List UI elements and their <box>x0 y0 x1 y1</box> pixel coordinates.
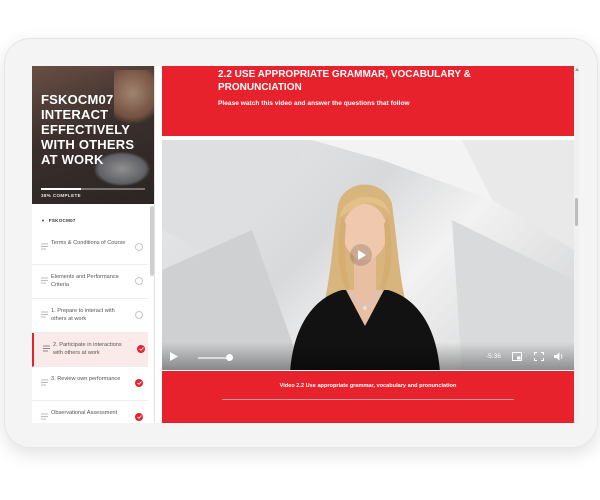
video-caption-bar: Video 2.2 Use appropriate grammar, vocab… <box>162 371 574 423</box>
document-icon <box>41 379 48 386</box>
sidebar-item-label: Elements and Performance Criteria <box>51 274 119 288</box>
play-icon[interactable] <box>170 352 178 361</box>
course-header: FSKOCM07 INTERACT EFFECTIVELY WITH OTHER… <box>32 66 154 204</box>
module-label: FSKOCM07 <box>48 218 76 223</box>
content-scrollbar[interactable] <box>574 66 579 423</box>
sidebar-item-label: 3. Review own performance <box>51 376 121 382</box>
lesson-title: 2.2 USE APPROPRIATE GRAMMAR, VOCABULARY … <box>218 69 471 93</box>
fullscreen-icon[interactable] <box>534 352 544 361</box>
caption-divider <box>222 399 514 400</box>
sidebar-item-review[interactable]: 3. Review own performance <box>32 367 148 401</box>
document-icon <box>41 311 48 318</box>
play-icon <box>358 250 366 260</box>
presenter-figure <box>290 184 440 370</box>
lesson-instruction: Please watch this video and answer the q… <box>218 100 410 107</box>
lesson-list: Terms & Conditions of Course Elements an… <box>32 231 148 423</box>
video-caption: Video 2.2 Use appropriate grammar, vocab… <box>279 383 457 389</box>
module-toggle[interactable]: ▼ FSKOCM07 <box>41 218 76 223</box>
scroll-up-icon[interactable] <box>575 68 579 71</box>
status-circle-icon <box>135 243 143 251</box>
sidebar-item-label: 2. Participate in interactions with othe… <box>53 342 122 356</box>
time-remaining: -5:36 <box>486 353 501 360</box>
checkmark-icon <box>137 345 145 353</box>
sidebar-item-terms[interactable]: Terms & Conditions of Course <box>32 231 148 265</box>
checkmark-icon <box>135 413 143 421</box>
sidebar-item-participate[interactable]: 2. Participate in interactions with othe… <box>32 333 148 367</box>
course-sidebar: FSKOCM07 INTERACT EFFECTIVELY WITH OTHER… <box>32 66 155 423</box>
scroll-thumb[interactable] <box>575 198 578 226</box>
video-player[interactable]: -5:36 <box>162 140 574 370</box>
course-progress-label: 38% COMPLETE <box>41 193 82 198</box>
sidebar-item-prepare[interactable]: 1. Prepare to interact with others at wo… <box>32 299 148 333</box>
status-circle-icon <box>135 311 143 319</box>
lesson-content: 2.2 USE APPROPRIATE GRAMMAR, VOCABULARY … <box>162 66 574 423</box>
sidebar-scrollbar[interactable] <box>150 206 154 276</box>
tablet-frame: FSKOCM07 INTERACT EFFECTIVELY WITH OTHER… <box>4 38 598 448</box>
sidebar-item-observational[interactable]: Observational Assessment <box>32 401 148 423</box>
status-circle-icon <box>135 277 143 285</box>
document-icon <box>41 413 48 420</box>
seek-handle[interactable] <box>225 354 233 361</box>
course-title: FSKOCM07 INTERACT EFFECTIVELY WITH OTHER… <box>41 92 135 167</box>
sidebar-item-label: Observational Assessment <box>51 410 118 416</box>
center-play-button[interactable] <box>350 244 372 266</box>
chevron-down-icon: ▼ <box>41 218 46 223</box>
pip-icon[interactable] <box>512 352 522 361</box>
video-controls: -5:36 <box>162 342 574 370</box>
document-icon <box>41 243 48 250</box>
course-progress-fill <box>41 188 81 190</box>
course-progress-bar <box>41 188 145 190</box>
sidebar-item-label: Terms & Conditions of Course <box>51 240 126 246</box>
sidebar-item-label: 1. Prepare to interact with others at wo… <box>51 308 115 322</box>
document-icon <box>43 345 50 352</box>
checkmark-icon <box>135 379 143 387</box>
app-screen: FSKOCM07 INTERACT EFFECTIVELY WITH OTHER… <box>32 66 579 423</box>
lesson-banner: 2.2 USE APPROPRIATE GRAMMAR, VOCABULARY … <box>162 66 574 136</box>
document-icon <box>41 277 48 284</box>
sidebar-item-elements[interactable]: Elements and Performance Criteria <box>32 265 148 299</box>
volume-icon[interactable] <box>554 352 564 361</box>
